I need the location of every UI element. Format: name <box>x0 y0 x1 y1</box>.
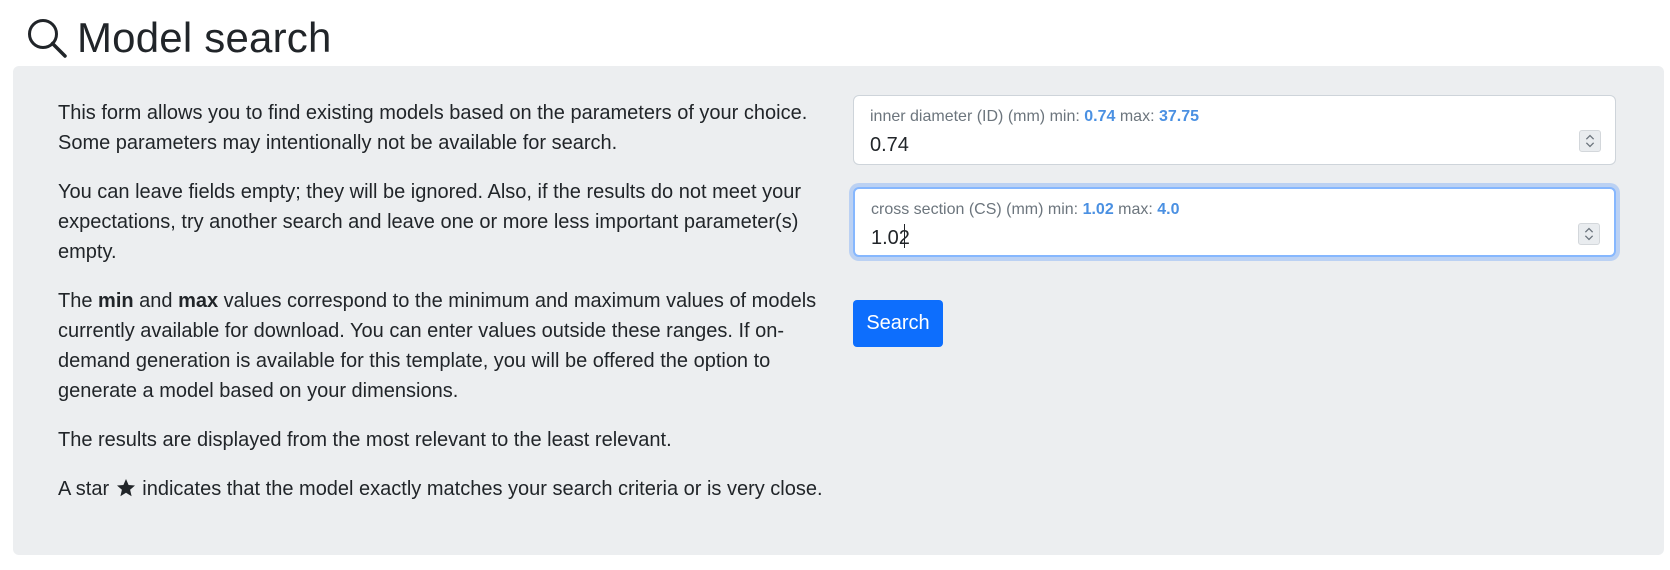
inner-diameter-input[interactable] <box>870 132 1550 158</box>
help-paragraph-1: This form allows you to find existing mo… <box>58 102 808 154</box>
help-paragraph-2: You can leave fields empty; they will be… <box>58 181 802 263</box>
cross-section-field[interactable]: cross section (CS) (mm) min: 1.02 max: 4… <box>853 187 1616 257</box>
field-label-text: cross section (CS) (mm) min: <box>871 201 1083 218</box>
field-label-text: max: <box>1115 108 1159 125</box>
page-title: Model search <box>77 14 332 61</box>
help-text-fragment: A star <box>58 478 115 500</box>
cross-section-input[interactable] <box>871 225 1551 251</box>
field-label-text: max: <box>1113 201 1158 218</box>
help-paragraph-5: A star indicates that the model exactly … <box>58 474 828 504</box>
spinner-icon[interactable] <box>1579 130 1601 152</box>
page-header: Model search <box>25 8 332 68</box>
star-icon <box>116 479 135 497</box>
field-label-text: inner diameter (ID) (mm) min: <box>870 108 1085 125</box>
inner-diameter-field[interactable]: inner diameter (ID) (mm) min: 0.74 max: … <box>853 95 1616 165</box>
min-value: 0.74 <box>1084 108 1116 125</box>
max-keyword: max <box>178 290 219 312</box>
help-text-fragment: and <box>133 290 179 312</box>
min-value: 1.02 <box>1082 201 1114 218</box>
inner-diameter-label: inner diameter (ID) (mm) min: 0.74 max: … <box>870 108 1199 126</box>
max-value: 4.0 <box>1157 201 1180 218</box>
cross-section-label: cross section (CS) (mm) min: 1.02 max: 4… <box>871 201 1180 219</box>
help-text: This form allows you to find existing mo… <box>58 98 828 523</box>
help-text-fragment: indicates that the model exactly matches… <box>136 478 823 500</box>
help-text-fragment: The <box>58 290 99 312</box>
search-button[interactable]: Search <box>853 300 943 347</box>
search-icon <box>28 19 67 58</box>
min-keyword: min <box>98 290 134 312</box>
text-caret <box>904 224 905 248</box>
help-paragraph-4: The results are displayed from the most … <box>58 429 672 451</box>
spinner-icon[interactable] <box>1578 223 1600 245</box>
help-paragraph-3: The min and max values correspond to the… <box>58 286 828 406</box>
max-value: 37.75 <box>1158 108 1199 125</box>
